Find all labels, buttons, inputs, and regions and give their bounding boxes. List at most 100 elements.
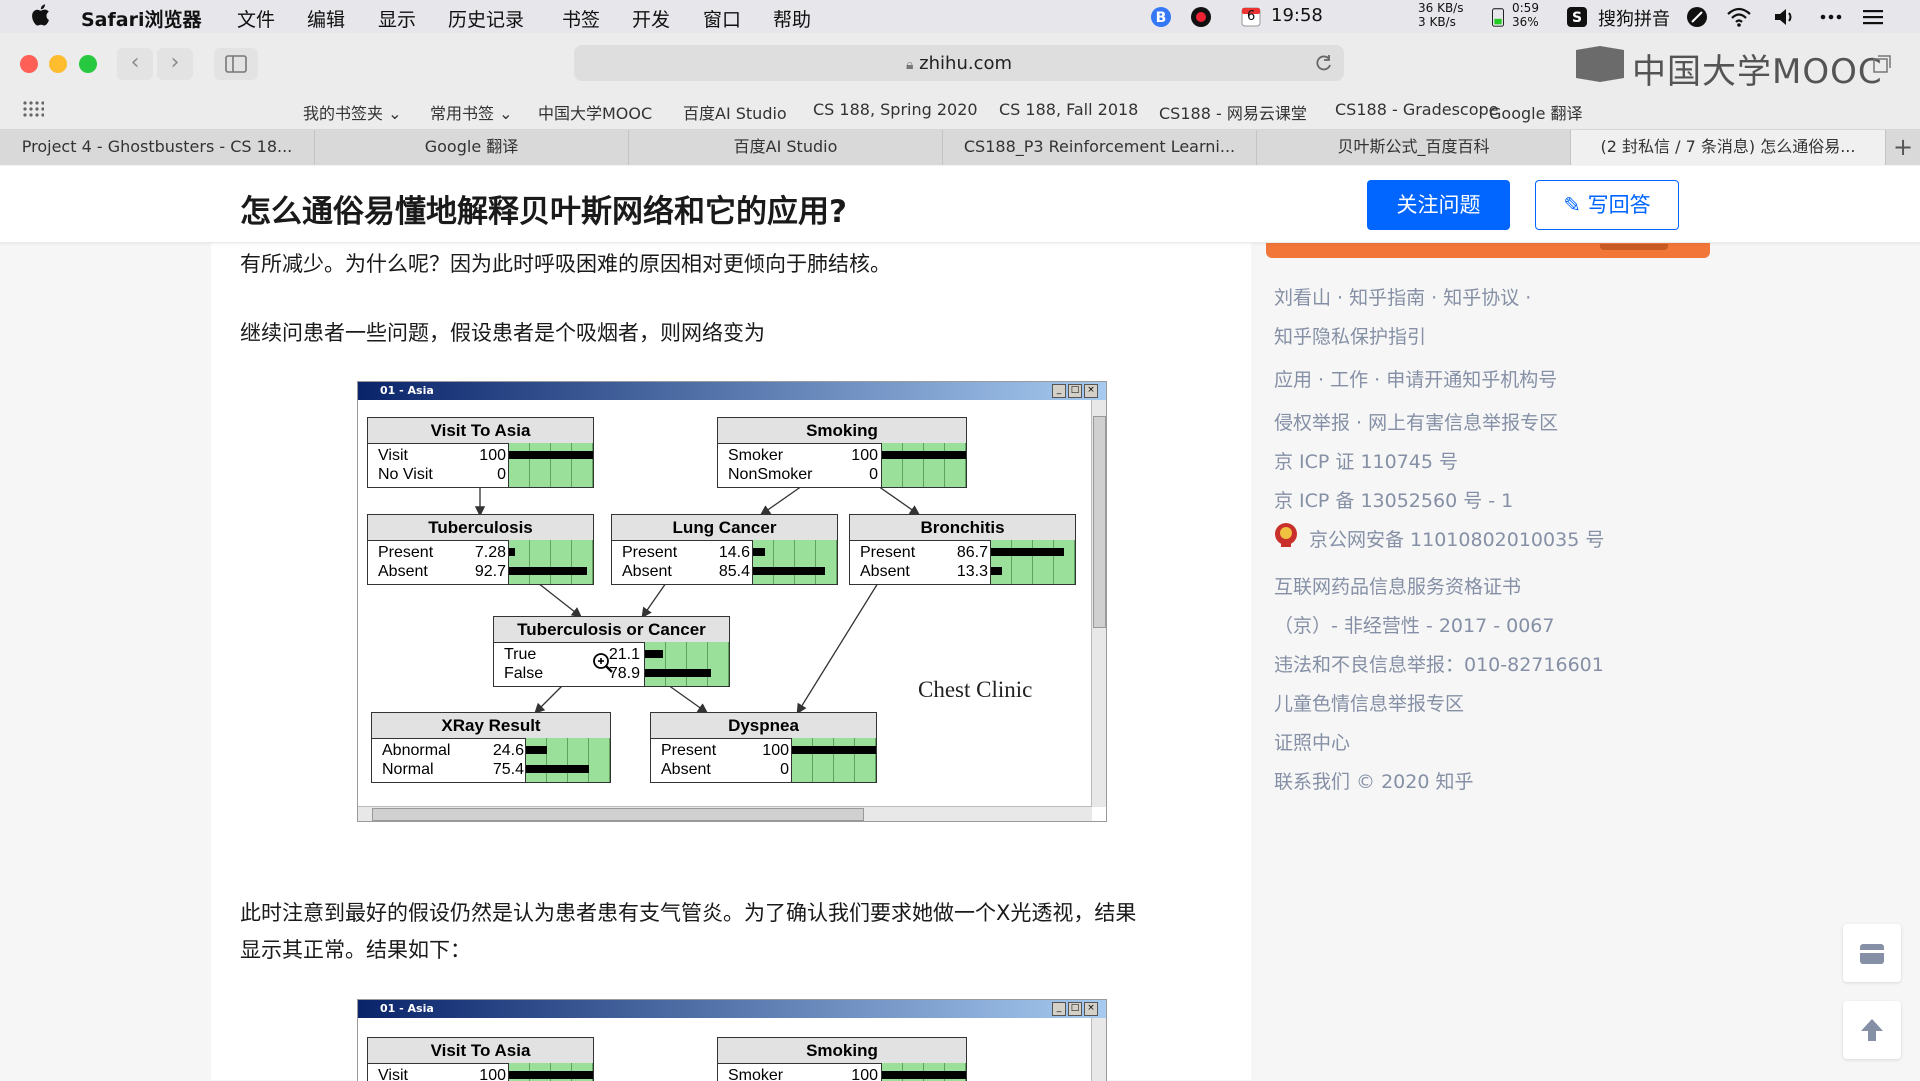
bookmark-ai-studio[interactable]: 百度AI Studio [683,100,787,124]
feather-app-icon[interactable] [1686,6,1708,28]
menu-bookmarks[interactable]: 书签 [562,5,600,32]
macos-menubar: Safari浏览器 文件 编辑 显示 历史记录 书签 开发 窗口 帮助 B 6 … [0,0,1920,34]
footer-privacy-link[interactable]: 知乎隐私保护指引 [1274,322,1426,349]
node-bars [791,738,876,782]
bookmark-cs188-spring[interactable]: CS 188, Spring 2020 [813,100,978,119]
apple-icon[interactable] [30,3,50,27]
tabs-overview-icon[interactable] [1872,54,1892,74]
figure-vertical-scrollbar[interactable] [1091,1018,1106,1081]
footer-icp-license[interactable]: 京 ICP 证 110745 号 [1274,447,1458,474]
footer-icp-record[interactable]: 京 ICP 备 13052560 号 - 1 [1274,486,1513,513]
back-button[interactable]: ‹ [117,48,153,80]
address-bar[interactable]: 🔒︎ zhihu.com [574,45,1344,81]
question-title[interactable]: 怎么通俗易懂地解释贝叶斯网络和它的应用? [240,186,847,231]
menu-view[interactable]: 显示 [378,5,416,32]
menu-develop[interactable]: 开发 [632,5,670,32]
bookmark-mooc[interactable]: 中国大学MOOC [538,100,652,124]
tab-google-translate[interactable]: Google 翻译 [315,130,629,165]
menu-edit[interactable]: 编辑 [307,5,345,32]
tab-bayes-baike[interactable]: 贝叶斯公式_百度百科 [1257,130,1571,165]
node-tuberculosis[interactable]: Tuberculosis Present 7.28 Absent 92.7 [367,514,594,585]
bookmark-cs188-netease[interactable]: CS188 - 网易云课堂 [1159,100,1307,124]
footer-drug-cert[interactable]: 互联网药品信息服务资格证书 [1274,572,1521,599]
scroll-thumb[interactable] [372,808,864,821]
node-visit-to-asia[interactable]: Visit To Asia Visit 100 [367,1037,594,1081]
svg-text:S: S [1572,10,1582,26]
figure-minimize-icon: _ [1052,1002,1066,1016]
grid-apps-icon[interactable] [22,100,44,122]
bookmark-cs188-gradescope[interactable]: CS188 - Gradescope [1335,100,1499,119]
menu-app-name[interactable]: Safari浏览器 [81,5,201,32]
sogou-ime-icon[interactable]: S [1566,6,1588,28]
sidebar-toggle-button[interactable] [214,48,258,80]
ime-name[interactable]: 搜狗拼音 [1598,5,1670,31]
reload-icon[interactable] [1314,53,1334,73]
node-title: Lung Cancer [612,515,837,541]
close-window-button[interactable] [20,55,38,73]
back-to-top-button[interactable] [1843,1001,1901,1059]
write-answer-button[interactable]: ✎ 写回答 [1535,180,1679,230]
node-bars [525,738,610,782]
tab-cs188-p3[interactable]: CS188_P3 Reinforcement Learni... [943,130,1257,165]
menu-file[interactable]: 文件 [237,5,275,32]
tab-zhihu-active[interactable]: (2 封私信 / 7 条消息) 怎么通俗易... [1571,130,1886,165]
footer-cert-center[interactable]: 证照中心 [1274,728,1350,755]
node-visit-to-asia[interactable]: Visit To Asia Visit 100 No Visit 0 [367,417,594,488]
footer-links[interactable]: 侵权举报 · 网上有害信息举报专区 [1274,408,1558,435]
node-bars [508,1063,593,1081]
node-tb-or-cancer[interactable]: Tuberculosis or Cancer True 21.1 False 7… [493,616,730,687]
node-value: 0 [780,761,789,778]
chevron-down-icon: ⌄ [499,104,513,123]
node-value: 85.4 [718,563,750,580]
new-tab-button[interactable]: + [1886,130,1920,165]
address-text-wrap: 🔒︎ zhihu.com [574,53,1344,74]
menu-history[interactable]: 历史记录 [448,5,524,32]
notification-center-icon[interactable] [1860,6,1886,28]
tab-ghostbusters[interactable]: Project 4 - Ghostbusters - CS 18... [0,130,315,165]
figure-vertical-scrollbar[interactable] [1091,400,1106,807]
mooc-watermark: 中国大学MOOC [1574,42,1882,92]
footer-child-report[interactable]: 儿童色情信息举报专区 [1274,689,1464,716]
tab-ai-studio[interactable]: 百度AI Studio [629,130,943,165]
chevron-right-icon: › [170,50,180,75]
node-smoking[interactable]: Smoking Smoker 100 NonSmoker 0 [717,417,967,488]
node-state: Absent [622,563,672,580]
clock-time[interactable]: 19:58 [1271,5,1323,26]
figure-horizontal-scrollbar[interactable] [358,806,1092,821]
node-state: True [504,646,537,663]
node-lung-cancer[interactable]: Lung Cancer Present 14.6 Absent 85.4 [611,514,838,585]
sidebar-banner-button[interactable] [1600,244,1668,250]
footer-police-record[interactable]: 京公网安备 11010802010035 号 [1309,525,1604,552]
node-bars [990,540,1075,584]
app-status-icon[interactable] [1190,6,1212,28]
more-menu-icon[interactable] [1818,6,1844,28]
menu-window[interactable]: 窗口 [703,5,741,32]
bookmark-google-translate[interactable]: Google 翻译 [1489,100,1583,124]
node-xray-result[interactable]: XRay Result Abnormal 24.6 Normal 75.4 [371,712,611,783]
bayes-net-figure-2[interactable]: 01 - Asia _ □ × Visit To Asia Visit 100 … [357,999,1107,1081]
minimize-window-button[interactable] [49,55,67,73]
bookmark-folder-mine[interactable]: 我的书签夹 ⌄ [303,100,402,124]
volume-icon[interactable] [1772,6,1798,28]
node-smoking[interactable]: Smoking Smoker 100 [717,1037,967,1081]
feedback-button[interactable] [1843,924,1901,982]
bluetooth-b-icon[interactable]: B [1150,6,1172,28]
follow-question-button[interactable]: 关注问题 [1367,180,1510,230]
prob-bar [526,765,589,773]
node-title: XRay Result [372,713,610,739]
scroll-thumb[interactable] [1093,416,1106,628]
node-dyspnea[interactable]: Dyspnea Present 100 Absent 0 [650,712,877,783]
bayes-net-figure[interactable]: 01 - Asia _ □ × Visit To Asia Visit 100 … [357,381,1107,822]
footer-links[interactable]: 刘看山 · 知乎指南 · 知乎协议 · [1274,283,1531,310]
footer-links[interactable]: 应用 · 工作 · 申请开通知乎机构号 [1274,365,1557,392]
footer-report-phone[interactable]: 违法和不良信息举报：010-82716601 [1274,650,1604,677]
forward-button[interactable]: › [157,48,193,80]
node-bronchitis[interactable]: Bronchitis Present 86.7 Absent 13.3 [849,514,1076,585]
menu-help[interactable]: 帮助 [773,5,811,32]
footer-contact[interactable]: 联系我们 © 2020 知乎 [1274,767,1473,794]
bookmark-cs188-fall[interactable]: CS 188, Fall 2018 [999,100,1138,119]
wifi-icon[interactable] [1726,6,1752,28]
zoom-window-button[interactable] [79,55,97,73]
battery-icon[interactable] [1490,6,1506,28]
bookmark-folder-common[interactable]: 常用书签 ⌄ [430,100,513,124]
